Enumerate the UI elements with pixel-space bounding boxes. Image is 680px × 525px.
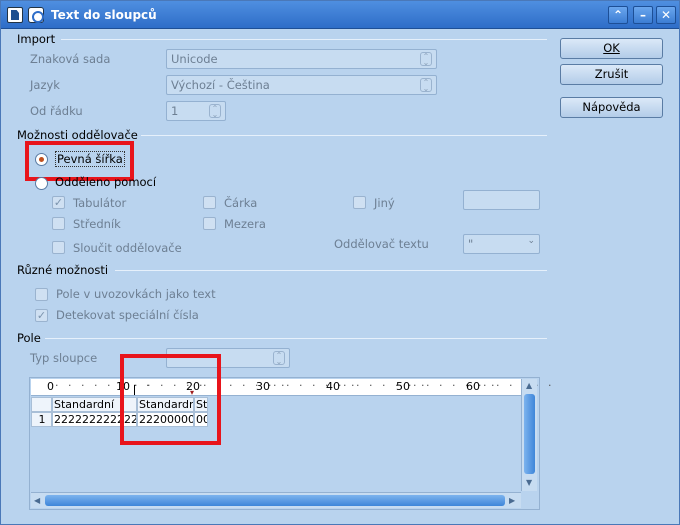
document-app-icon[interactable] xyxy=(7,7,23,23)
highlight-annotation xyxy=(120,354,221,445)
row-number: 1 xyxy=(31,412,52,427)
vertical-scrollbar[interactable]: ▲ ▼ xyxy=(521,379,537,491)
minimize-button[interactable]: – xyxy=(633,6,653,24)
space-checkbox[interactable] xyxy=(203,217,216,230)
comma-label: Čárka xyxy=(224,196,258,210)
tab-checkbox[interactable]: ✓ xyxy=(52,196,65,209)
ruler-tick: 50 xyxy=(396,380,410,393)
other-checkbox[interactable] xyxy=(353,196,366,209)
quoted-as-text-checkbox[interactable] xyxy=(35,288,48,301)
vertical-scroll-thumb[interactable] xyxy=(524,394,535,474)
fields-section-title: Pole xyxy=(17,331,41,345)
separated-by-label[interactable]: Odděleno pomocí xyxy=(55,175,156,189)
tab-label: Tabulátor xyxy=(73,196,127,210)
dialog-window: Text do sloupců ⌃ – ✕ OK Zrušit Nápověda… xyxy=(0,0,680,525)
divider xyxy=(61,39,547,40)
from-row-label: Od řádku xyxy=(30,104,83,118)
divider xyxy=(115,270,547,271)
help-button[interactable]: Nápověda xyxy=(560,97,663,118)
text-delimiter-select[interactable]: " ⌄ xyxy=(463,234,540,254)
semicolon-label: Středník xyxy=(73,217,121,231)
scroll-down-icon[interactable]: ▼ xyxy=(526,478,532,487)
text-delimiter-value: " xyxy=(468,237,474,251)
column-ruler[interactable]: 0 · · · · · · · · 10 · · · · · · 20 · · … xyxy=(31,379,551,397)
minimize-icon: – xyxy=(640,8,646,22)
from-row-value: 1 xyxy=(171,104,179,118)
ruler-tick: 60 xyxy=(466,380,480,393)
other-options-section-title: Různé možnosti xyxy=(17,263,109,277)
ruler-tick: 0 xyxy=(47,380,54,393)
text-delimiter-label: Oddělovač textu xyxy=(334,237,429,251)
spin-arrows-icon: ⌃ ⌄ xyxy=(209,104,221,119)
chevron-down-icon: ⌄ xyxy=(527,236,535,246)
divider xyxy=(141,135,547,136)
import-section-title: Import xyxy=(17,32,56,46)
quoted-as-text-label: Pole v uvozovkách jako text xyxy=(56,287,216,301)
scroll-up-icon[interactable]: ▲ xyxy=(526,381,532,390)
chevron-up-icon: ⌃ xyxy=(612,8,624,22)
horizontal-scroll-thumb[interactable] xyxy=(45,495,505,506)
window-menu-icon[interactable] xyxy=(28,7,44,23)
language-label: Jazyk xyxy=(30,78,60,92)
scroll-right-icon[interactable]: ▶ xyxy=(509,496,515,505)
space-label: Mezera xyxy=(224,217,266,231)
merge-label: Sloučit oddělovače xyxy=(73,241,182,255)
help-label: Nápověda xyxy=(582,100,641,114)
detect-numbers-checkbox[interactable]: ✓ xyxy=(35,309,48,322)
ok-label: OK xyxy=(603,41,620,55)
cancel-button[interactable]: Zrušit xyxy=(560,64,663,85)
corner-cell xyxy=(31,397,52,412)
scroll-left-icon[interactable]: ◀ xyxy=(34,496,40,505)
cancel-label: Zrušit xyxy=(594,67,629,81)
shade-button[interactable]: ⌃ xyxy=(608,6,628,24)
separated-by-radio[interactable] xyxy=(35,177,48,190)
select-arrows-icon: ⌃ ⌄ xyxy=(273,351,285,366)
close-button[interactable]: ✕ xyxy=(656,6,676,24)
charset-value: Unicode xyxy=(171,52,218,66)
title-bar[interactable]: Text do sloupců ⌃ – ✕ xyxy=(1,1,679,29)
detect-numbers-label: Detekovat speciální čísla xyxy=(56,308,199,322)
language-select[interactable]: Výchozí - Čeština ⌃ ⌄ xyxy=(166,75,437,95)
window-title: Text do sloupců xyxy=(51,8,157,22)
language-value: Výchozí - Čeština xyxy=(171,78,270,92)
comma-checkbox[interactable] xyxy=(203,196,216,209)
charset-label: Znaková sada xyxy=(30,52,111,66)
merge-checkbox[interactable] xyxy=(52,241,65,254)
column-type-label: Typ sloupce xyxy=(30,351,98,365)
select-arrows-icon: ⌃ ⌄ xyxy=(420,78,432,93)
ok-button[interactable]: OK xyxy=(560,38,663,59)
other-input[interactable] xyxy=(463,190,540,210)
ruler-dots: · · · · · · xyxy=(483,379,555,392)
horizontal-scrollbar[interactable]: ◀ ▶ xyxy=(31,492,521,508)
ruler-tick: 40 xyxy=(326,380,340,393)
divider xyxy=(45,338,547,339)
close-icon: ✕ xyxy=(660,8,672,22)
other-label: Jiný xyxy=(374,196,395,210)
ruler-tick: 30 xyxy=(256,380,270,393)
semicolon-checkbox[interactable] xyxy=(52,217,65,230)
from-row-spinner[interactable]: 1 ⌃ ⌄ xyxy=(166,101,226,121)
select-arrows-icon: ⌃ ⌄ xyxy=(420,52,432,67)
separator-section-title: Možnosti oddělovače xyxy=(17,128,138,142)
charset-select[interactable]: Unicode ⌃ ⌄ xyxy=(166,49,437,69)
